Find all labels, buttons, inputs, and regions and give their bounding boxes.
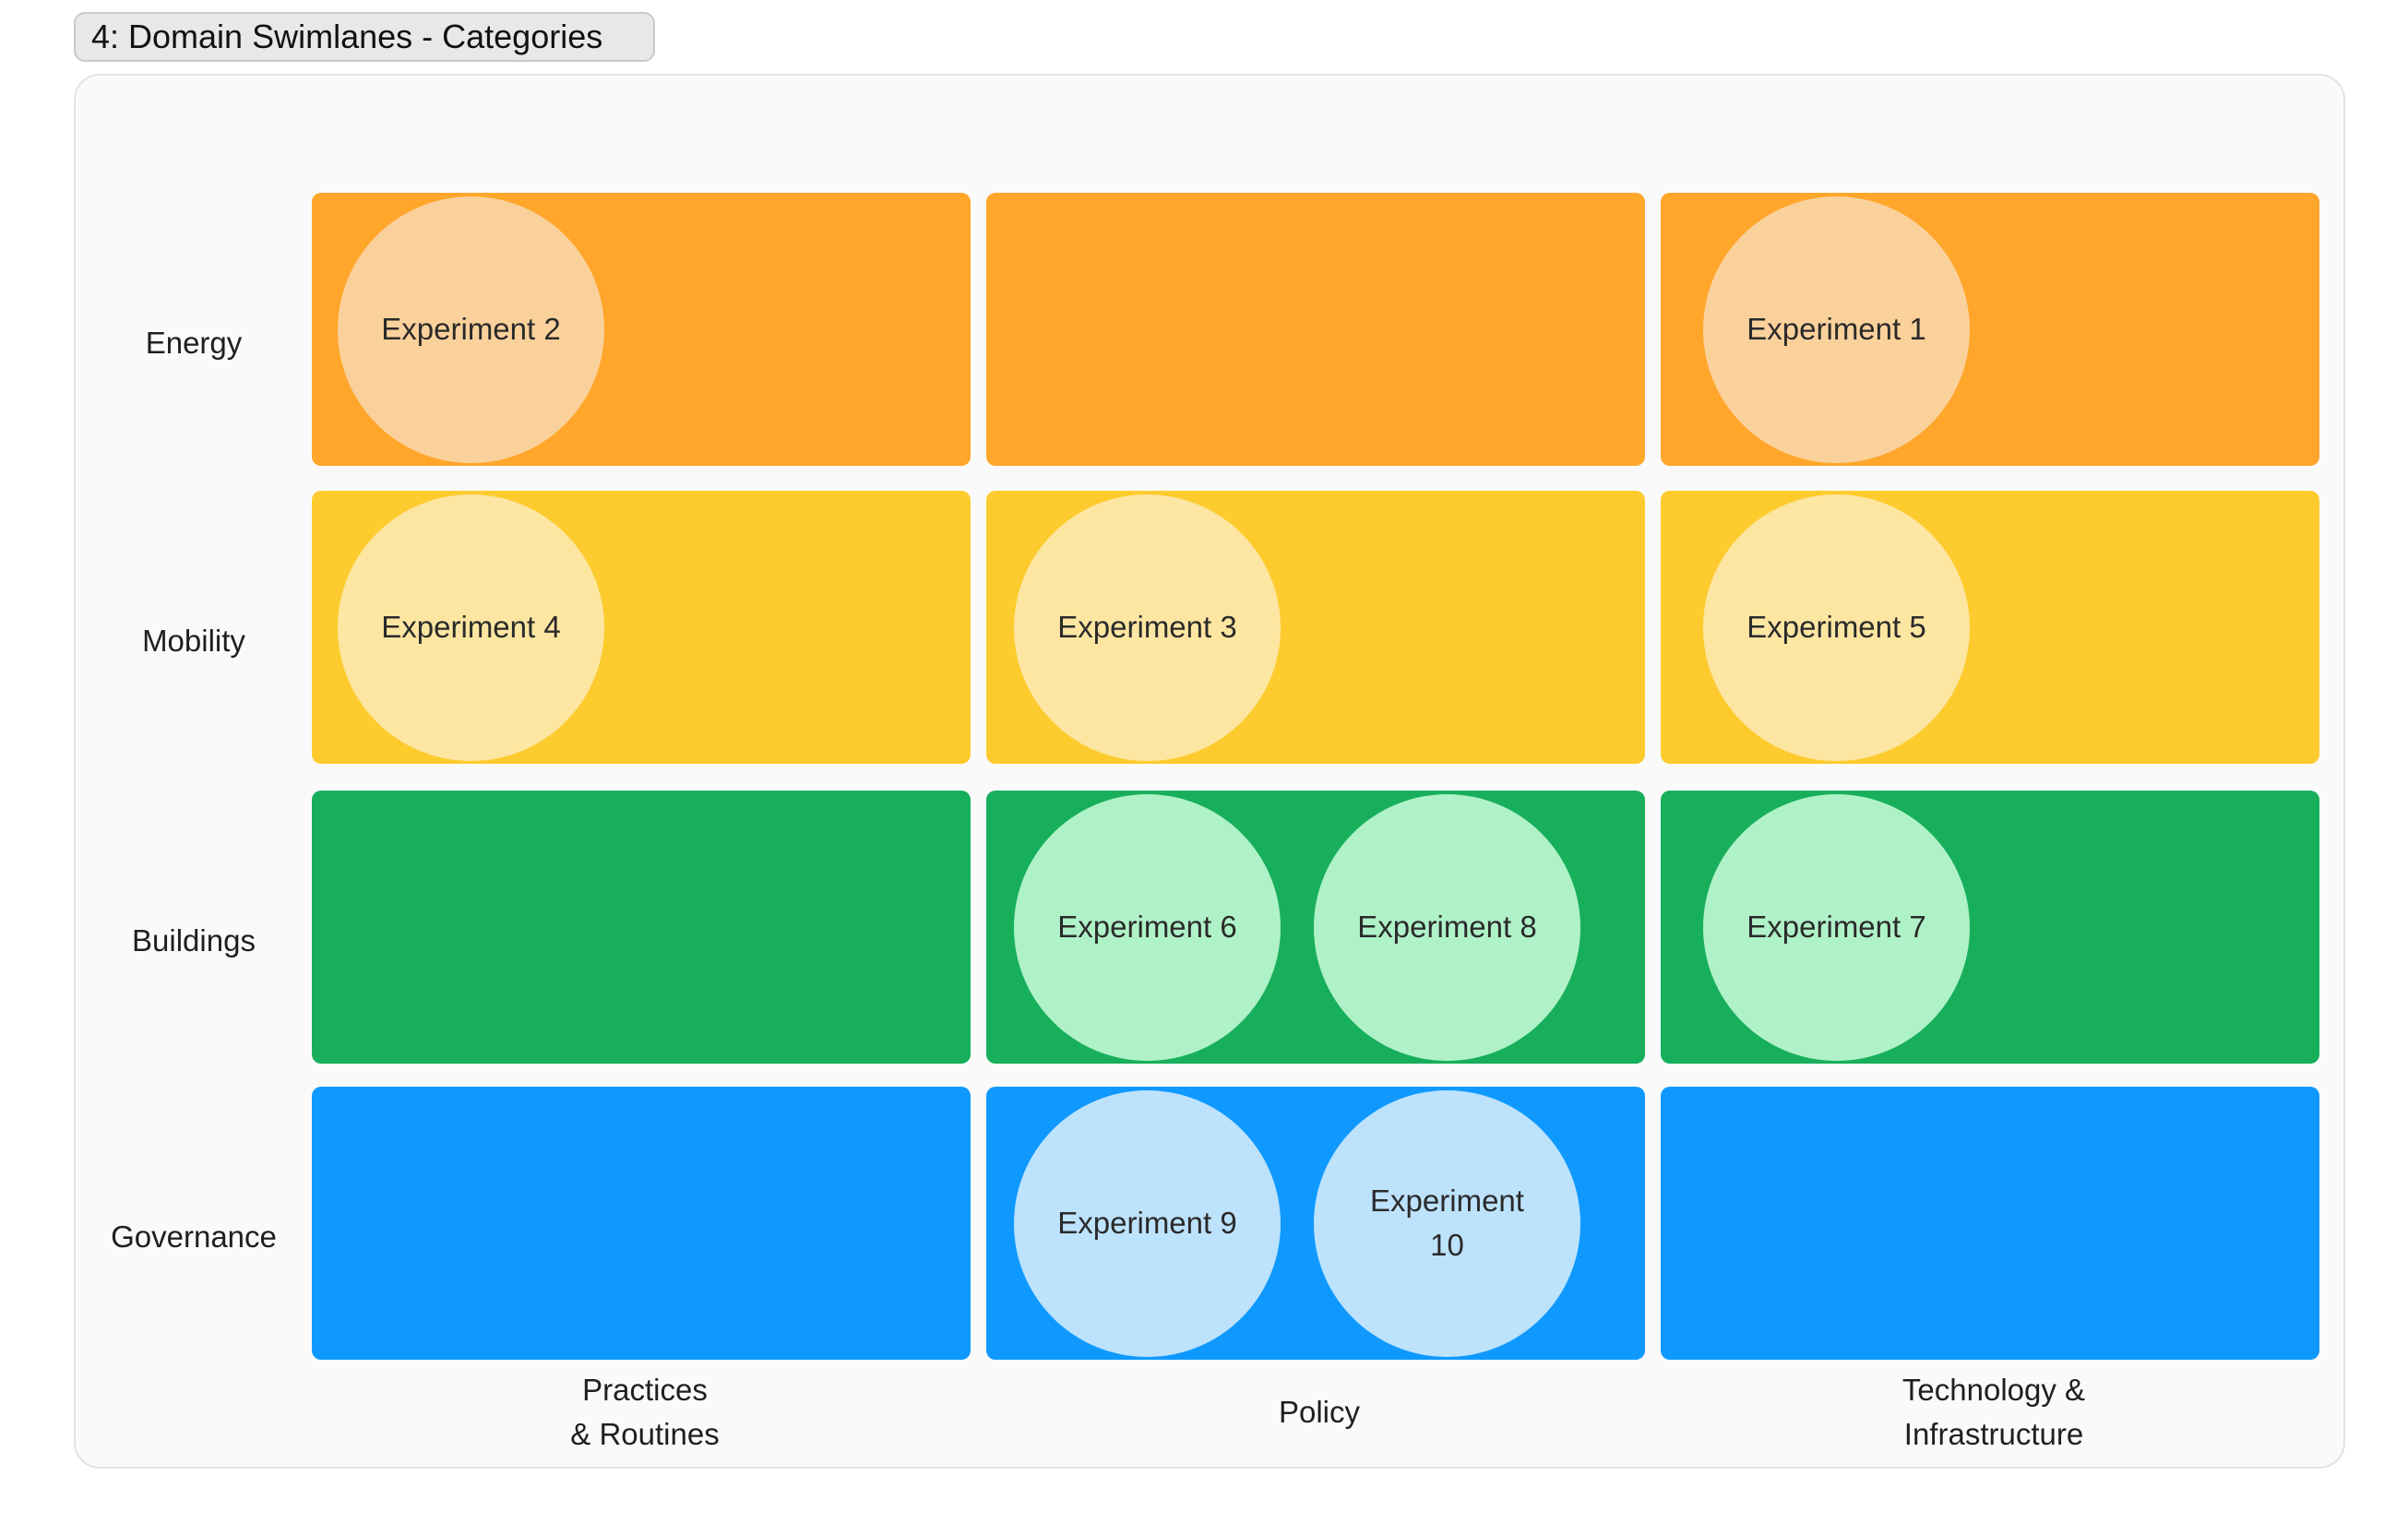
sticky-experiment-9[interactable]: Experiment 9: [1014, 1089, 1281, 1357]
row-label-buildings: Buildings: [132, 923, 256, 958]
row-label-governance: Governance: [111, 1220, 277, 1254]
sticky-experiment-6[interactable]: Experiment 6: [1014, 793, 1281, 1061]
column-label-practices-routines: Practices & Routines: [570, 1373, 720, 1451]
row-label-mobility: Mobility: [142, 624, 245, 658]
frame-title[interactable]: 4: Domain Swimlanes - Categories: [74, 12, 655, 62]
sticky-experiment-8[interactable]: Experiment 8: [1314, 793, 1580, 1061]
row-label-energy: Energy: [145, 326, 243, 360]
lane-cell-governance-practices-routines[interactable]: [312, 1087, 971, 1360]
column-label-policy: Policy: [1278, 1395, 1361, 1429]
sticky-experiment-2[interactable]: Experiment 2: [338, 196, 604, 463]
column-label-technology-infrastructure: Technology & Infrastructure: [1901, 1373, 2086, 1451]
sticky-experiment-1[interactable]: Experiment 1: [1703, 196, 1970, 463]
sticky-experiment-4[interactable]: Experiment 4: [338, 494, 604, 761]
lane-cell-governance-technology-infrastructure[interactable]: [1661, 1087, 2319, 1360]
sticky-experiment-3[interactable]: Experiment 3: [1014, 494, 1281, 761]
sticky-experiment-10[interactable]: Experiment 10: [1314, 1089, 1580, 1357]
lane-cell-buildings-practices-routines[interactable]: [312, 791, 971, 1064]
sticky-experiment-5[interactable]: Experiment 5: [1703, 494, 1970, 761]
lane-cell-energy-policy[interactable]: [986, 193, 1645, 466]
sticky-experiment-7[interactable]: Experiment 7: [1703, 793, 1970, 1061]
